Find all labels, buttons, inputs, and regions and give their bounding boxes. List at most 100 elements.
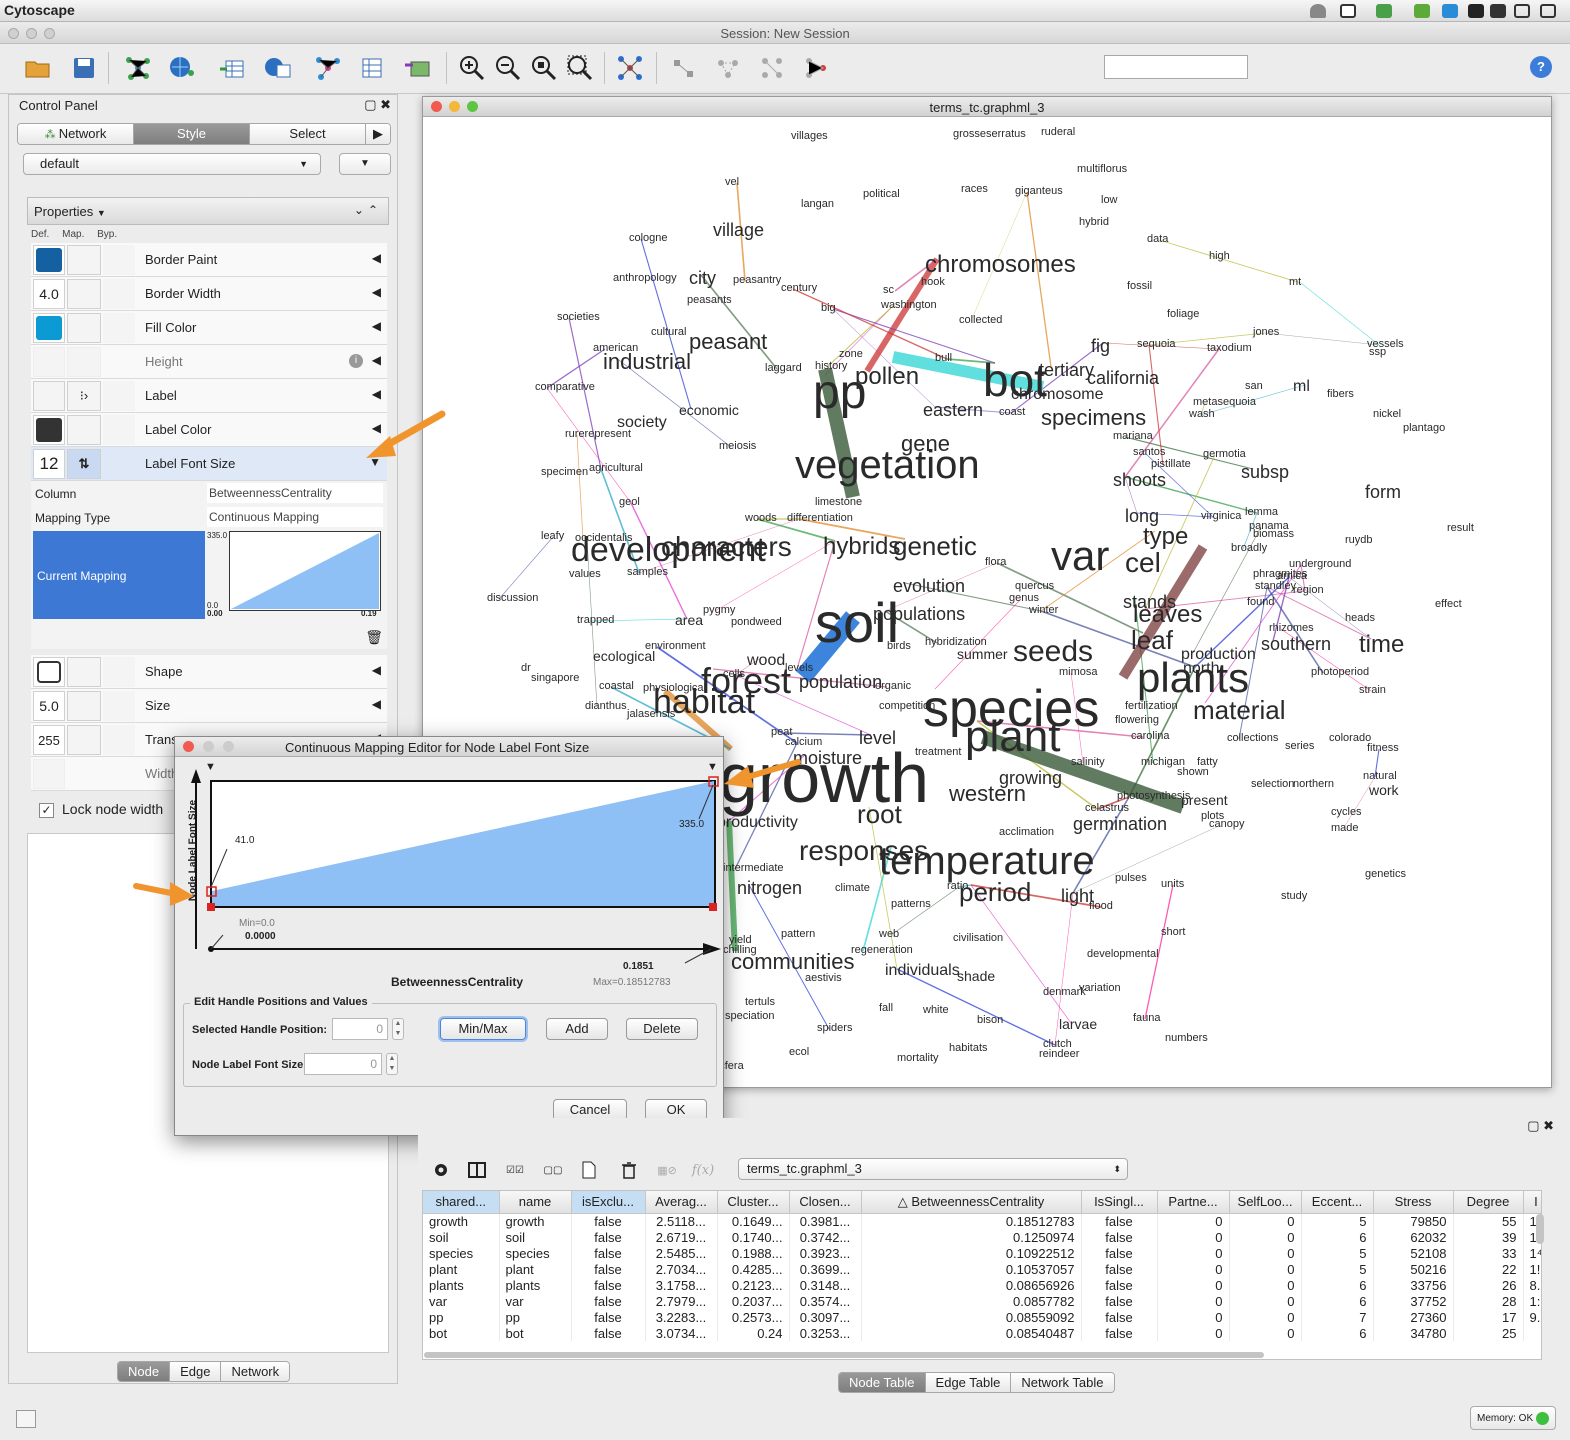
table-cell[interactable]: 0 (1157, 1309, 1230, 1325)
table-cell[interactable]: 0 (1157, 1277, 1230, 1293)
node-label[interactable]: regeneration (851, 945, 913, 956)
node-label[interactable]: germination (1073, 815, 1167, 833)
node-label[interactable]: hook (921, 277, 945, 288)
node-label[interactable]: anthropology (613, 273, 677, 284)
task-status-icon[interactable] (16, 1410, 36, 1428)
table-cell[interactable]: false (1081, 1261, 1158, 1277)
table-cell[interactable]: 0.1740... (717, 1229, 790, 1245)
node-label[interactable]: mortality (897, 1053, 939, 1064)
function-builder-icon[interactable]: f(x) (692, 1160, 714, 1180)
node-label[interactable]: leaf (1131, 627, 1173, 653)
node-label[interactable]: genetics (1365, 869, 1406, 880)
label-bypass[interactable] (103, 381, 135, 411)
export-table-icon[interactable] (356, 52, 388, 84)
expand-collapse-icon[interactable]: ⌄⌃ (354, 203, 382, 217)
node-label[interactable]: cel (1125, 549, 1161, 577)
node-label[interactable]: period (959, 879, 1031, 905)
node-label[interactable]: langan (801, 199, 834, 210)
first-neighbors-icon[interactable] (668, 52, 700, 84)
help-icon[interactable]: ? (1530, 56, 1552, 78)
download-icon[interactable] (1376, 4, 1392, 18)
table-cell[interactable]: false (1081, 1245, 1158, 1261)
node-label[interactable]: mimosa (1059, 667, 1098, 678)
table-cell[interactable]: 0 (1229, 1293, 1302, 1309)
table-cell[interactable]: 0 (1157, 1213, 1230, 1229)
table-cell[interactable]: 5 (1301, 1261, 1374, 1277)
tab-network[interactable]: ⁂ Network (18, 124, 134, 144)
node-label[interactable]: flood (1089, 901, 1113, 912)
table-row[interactable]: pp pp false 3.2283... 0.2573... 0.3097... 0.08… (423, 1309, 1541, 1325)
table-cell[interactable]: false (571, 1261, 646, 1277)
import-table-web-icon[interactable] (262, 52, 294, 84)
size-mapping[interactable] (67, 691, 101, 721)
node-label[interactable]: form (1365, 483, 1401, 501)
node-label[interactable]: speciation (725, 1011, 775, 1022)
table-row[interactable]: soil soil false 2.6719... 0.1740... 0.3742...… (423, 1229, 1541, 1245)
node-label[interactable]: biomass (1253, 529, 1294, 540)
style-selector[interactable]: default ▼ (23, 153, 321, 175)
node-label[interactable]: differentiation (787, 513, 853, 524)
node-label[interactable]: white (923, 1005, 949, 1016)
apply-layout-icon[interactable] (800, 52, 832, 84)
node-label[interactable]: characters (661, 533, 792, 561)
table-cell[interactable]: 0.3097... (789, 1309, 862, 1325)
node-label[interactable]: village (713, 221, 764, 239)
node-label[interactable]: fertilization (1125, 701, 1178, 712)
column-header[interactable]: Cluster... (717, 1191, 790, 1214)
node-label[interactable]: city (689, 269, 716, 287)
table-cell[interactable]: 0 (1157, 1229, 1230, 1245)
table-cell[interactable]: 33756 (1373, 1277, 1454, 1293)
style-options-button[interactable]: ▼ (339, 153, 391, 175)
node-label[interactable]: samples (627, 567, 668, 578)
node-label[interactable]: rhizomes (1269, 623, 1314, 634)
table-cell[interactable]: bot (499, 1325, 572, 1341)
node-label[interactable]: pollen (855, 365, 919, 389)
export-network-icon[interactable] (312, 52, 344, 84)
node-label[interactable]: effect (1435, 599, 1462, 610)
node-label[interactable]: shown (1177, 767, 1209, 778)
node-label[interactable]: ruderal (1041, 127, 1075, 138)
node-label[interactable]: geol (619, 497, 640, 508)
node-label[interactable]: evolution (893, 577, 965, 595)
fill-color-default[interactable] (33, 313, 65, 343)
node-label[interactable]: industrial (603, 351, 691, 373)
table-cell[interactable]: 0 (1229, 1245, 1302, 1261)
node-label[interactable]: competition (879, 701, 935, 712)
table-cell[interactable]: 62032 (1373, 1229, 1454, 1245)
table-cell[interactable]: false (571, 1309, 646, 1325)
border-paint-default[interactable] (33, 245, 65, 275)
prop-shape[interactable]: Shape ◀ (31, 655, 387, 689)
node-label[interactable]: ruydb (1345, 535, 1373, 546)
node-label[interactable]: jalasensis (627, 709, 675, 720)
table-cell[interactable]: 0 (1229, 1309, 1302, 1325)
node-label[interactable]: standley (1255, 581, 1296, 592)
table-cell[interactable]: 6 (1301, 1277, 1374, 1293)
node-label[interactable]: numbers (1165, 1033, 1208, 1044)
prop-border-width[interactable]: 4.0 Border Width ◀ (31, 277, 387, 311)
handle-position-input[interactable]: 0 (332, 1018, 388, 1040)
node-label[interactable]: population (799, 673, 882, 691)
border-width-mapping[interactable] (67, 279, 101, 309)
tab-style[interactable]: Style (134, 124, 250, 144)
table-cell[interactable]: false (571, 1325, 646, 1341)
node-label[interactable]: meiosis (719, 441, 756, 452)
table-cell[interactable]: 0.18512783 (861, 1213, 1082, 1229)
show-columns-icon[interactable] (466, 1160, 488, 1180)
node-label[interactable]: peasants (687, 295, 732, 306)
node-label[interactable]: woods (745, 513, 777, 524)
chevron-left-icon[interactable]: ◀ (372, 663, 381, 677)
node-label[interactable]: short (1161, 927, 1185, 938)
table-cell[interactable]: soil (499, 1229, 572, 1245)
node-label[interactable]: leaves (1133, 603, 1202, 627)
node-label[interactable]: work (1369, 783, 1399, 797)
table-cell[interactable]: 1! (1523, 1261, 1541, 1277)
node-label[interactable]: larvae (1059, 1017, 1097, 1031)
add-handle-button[interactable]: Add (546, 1018, 608, 1040)
table-cell[interactable]: 0.1988... (717, 1245, 790, 1261)
node-label[interactable]: collections (1227, 733, 1278, 744)
table-cell[interactable]: 27360 (1373, 1309, 1454, 1325)
column-header[interactable]: Partne... (1157, 1191, 1230, 1214)
prop-label-color[interactable]: Label Color ◀ (31, 413, 387, 447)
node-label[interactable]: units (1161, 879, 1184, 890)
close-window-button[interactable] (183, 741, 194, 752)
